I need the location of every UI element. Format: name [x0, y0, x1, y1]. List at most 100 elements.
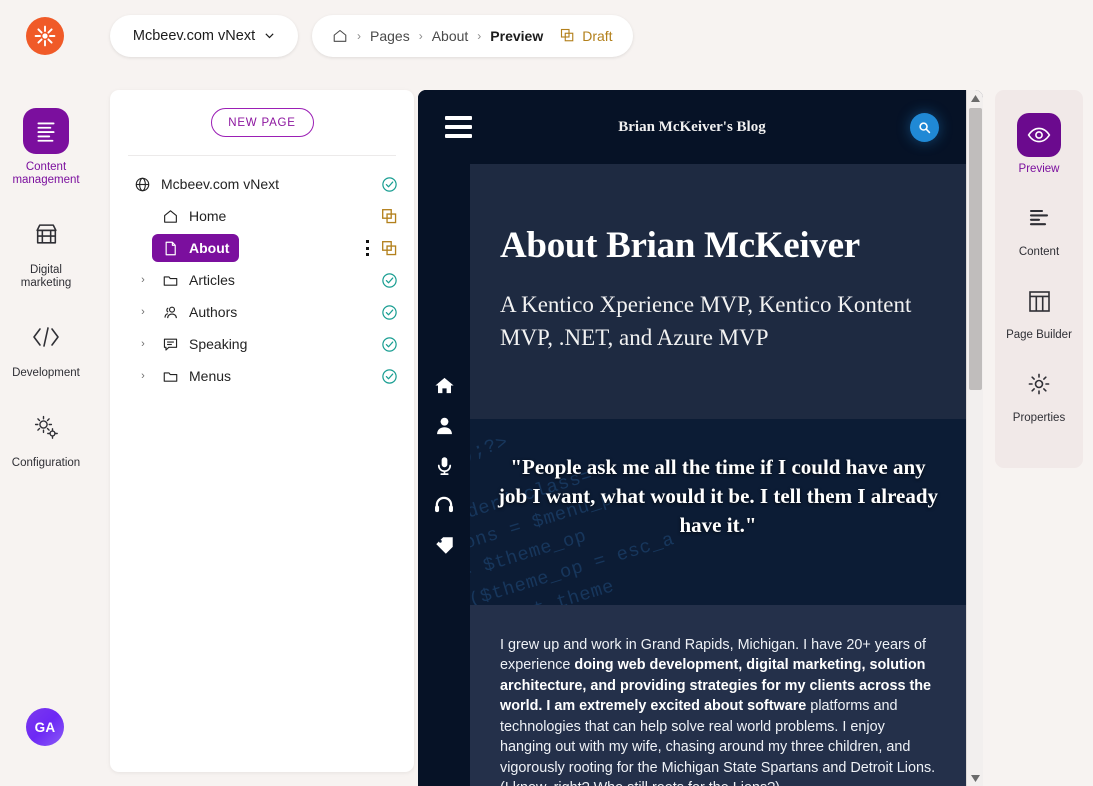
tree-row-actions — [381, 176, 398, 193]
copy-icon — [561, 28, 574, 42]
search-icon — [919, 121, 931, 133]
tree-row-actions — [381, 336, 398, 353]
page-preview-viewport: Brian McKeiver's Blog About Brian McKeiv… — [418, 90, 983, 786]
tree-row-actions — [381, 304, 398, 321]
sidebar-item-development[interactable]: Development — [0, 304, 92, 394]
sidebar-item-configuration[interactable]: Configuration — [0, 394, 92, 484]
globe-icon — [135, 177, 150, 191]
left-navigation-rail: Content management Digital marketing Dev… — [0, 71, 92, 786]
person-icon[interactable] — [431, 412, 457, 438]
breadcrumb-item-preview[interactable]: Preview — [490, 28, 543, 44]
tree-item-mcbeev-com-vnext[interactable]: Mcbeev.com vNext — [110, 168, 414, 200]
tree-item-menus[interactable]: › Menus — [110, 360, 414, 392]
tree-item-articles[interactable]: › Articles — [110, 264, 414, 296]
page-title: About Brian McKeiver — [500, 225, 860, 266]
preview-quote: "People ask me all the time if I could h… — [497, 455, 939, 537]
scroll-down-arrow-icon[interactable] — [967, 770, 983, 786]
sidebar-item-label: Content management — [12, 161, 80, 186]
tree-item-speaking[interactable]: › Speaking — [110, 328, 414, 360]
breadcrumb-item-pages[interactable]: Pages — [370, 28, 410, 44]
page-builder-icon — [1017, 279, 1061, 323]
tree-row-actions — [381, 208, 398, 225]
published-check-icon — [382, 272, 397, 288]
sidebar-item-content-management[interactable]: Content management — [0, 98, 92, 201]
published-check-icon — [382, 336, 397, 352]
home-icon[interactable] — [332, 28, 348, 44]
search-button[interactable] — [910, 112, 939, 142]
kentico-logo-icon[interactable] — [26, 16, 64, 55]
tab-properties[interactable]: Properties — [995, 353, 1083, 436]
new-page-button[interactable]: NEW PAGE — [210, 108, 314, 137]
home-icon[interactable] — [431, 372, 457, 398]
chevron-right-icon[interactable]: › — [134, 338, 152, 350]
status-badge-label: Draft — [582, 27, 613, 44]
page-subtitle: A Kentico Xperience MVP, Kentico Kontent… — [500, 292, 912, 350]
preview-body-paragraph: I grew up and work in Grand Rapids, Mich… — [500, 635, 936, 786]
tab-preview[interactable]: Preview — [995, 104, 1083, 187]
sidebar-item-digital-marketing[interactable]: Digital marketing — [0, 201, 92, 304]
scrollbar-thumb[interactable] — [969, 108, 982, 390]
tree-item-label: Speaking — [189, 336, 248, 352]
eye-icon — [1017, 113, 1061, 157]
site-selector[interactable]: Mcbeev.com vNext — [110, 14, 298, 57]
draft-copy-icon — [382, 208, 397, 223]
tree-node: Mcbeev.com vNext — [124, 170, 289, 198]
folder-icon — [163, 371, 178, 382]
scroll-up-arrow-icon[interactable] — [967, 90, 983, 106]
content-management-icon — [23, 108, 69, 154]
preview-site-header: Brian McKeiver's Blog — [418, 90, 966, 164]
code-brackets-icon — [23, 314, 69, 360]
tree-item-label: Mcbeev.com vNext — [161, 176, 279, 192]
tab-label: Preview — [1018, 163, 1060, 175]
tree-item-label: Authors — [189, 304, 238, 320]
breadcrumb-item-about[interactable]: About — [432, 28, 469, 44]
hamburger-icon[interactable] — [445, 116, 472, 138]
sidebar-item-label: Development — [12, 367, 80, 379]
tree-item-home[interactable]: Home — [110, 200, 414, 232]
site-selector-label: Mcbeev.com vNext — [132, 27, 256, 44]
gear-icon — [1017, 362, 1061, 406]
tree-item-authors[interactable]: › Authors — [110, 296, 414, 328]
headphones-icon[interactable] — [431, 492, 457, 518]
top-bar: Mcbeev.com vNext › Pages › About › Previ… — [0, 0, 1093, 71]
chevron-down-icon — [265, 33, 274, 39]
microphone-icon[interactable] — [431, 452, 457, 478]
published-check-icon — [382, 368, 397, 384]
app-window: Mcbeev.com vNext › Pages › About › Previ… — [0, 0, 1093, 786]
chevron-right-icon[interactable]: › — [134, 274, 152, 286]
tab-page-builder[interactable]: Page Builder — [995, 270, 1083, 353]
tree-node: Articles — [152, 266, 245, 294]
chevron-right-icon[interactable]: › — [134, 306, 152, 318]
sidebar-item-label: Configuration — [11, 457, 81, 469]
home-icon — [164, 209, 177, 223]
tree-item-label: Articles — [189, 272, 235, 288]
preview-hero: About Brian McKeiver A Kentico Xperience… — [470, 164, 966, 419]
tree-item-label: Home — [189, 208, 227, 224]
preview-quote-band: dy_class();?> class=" age-header" class=… — [470, 419, 966, 605]
sidebar-item-label: Digital marketing — [20, 264, 72, 289]
preview-body: I grew up and work in Grand Rapids, Mich… — [470, 605, 966, 786]
gears-icon — [23, 404, 69, 450]
published-check-icon — [382, 176, 397, 192]
tab-label: Content — [1018, 246, 1060, 258]
preview-document: Brian McKeiver's Blog About Brian McKeiv… — [418, 90, 966, 786]
avatar-initials: GA — [34, 719, 56, 735]
tree-row-actions — [381, 272, 398, 289]
folder-icon — [163, 275, 178, 286]
tab-label: Page Builder — [1006, 329, 1072, 341]
breadcrumb: › Pages › About › Preview Draft — [312, 14, 633, 57]
tree-row-actions — [366, 240, 398, 257]
tab-label: Properties — [1012, 412, 1066, 424]
tree-item-label: Menus — [189, 368, 232, 384]
tree-item-about[interactable]: About — [110, 232, 414, 264]
tree-node: Menus — [152, 362, 241, 390]
content-tree-panel: NEW PAGE Mcbeev.com vNext Home About › A… — [110, 90, 414, 772]
tag-icon[interactable] — [431, 532, 457, 558]
avatar[interactable]: GA — [26, 708, 64, 746]
tree-row-actions — [381, 368, 398, 385]
more-options-icon[interactable] — [366, 240, 370, 256]
preview-scrollbar[interactable] — [966, 90, 983, 786]
tab-content[interactable]: Content — [995, 187, 1083, 270]
comment-icon — [163, 338, 178, 351]
chevron-right-icon[interactable]: › — [134, 370, 152, 382]
